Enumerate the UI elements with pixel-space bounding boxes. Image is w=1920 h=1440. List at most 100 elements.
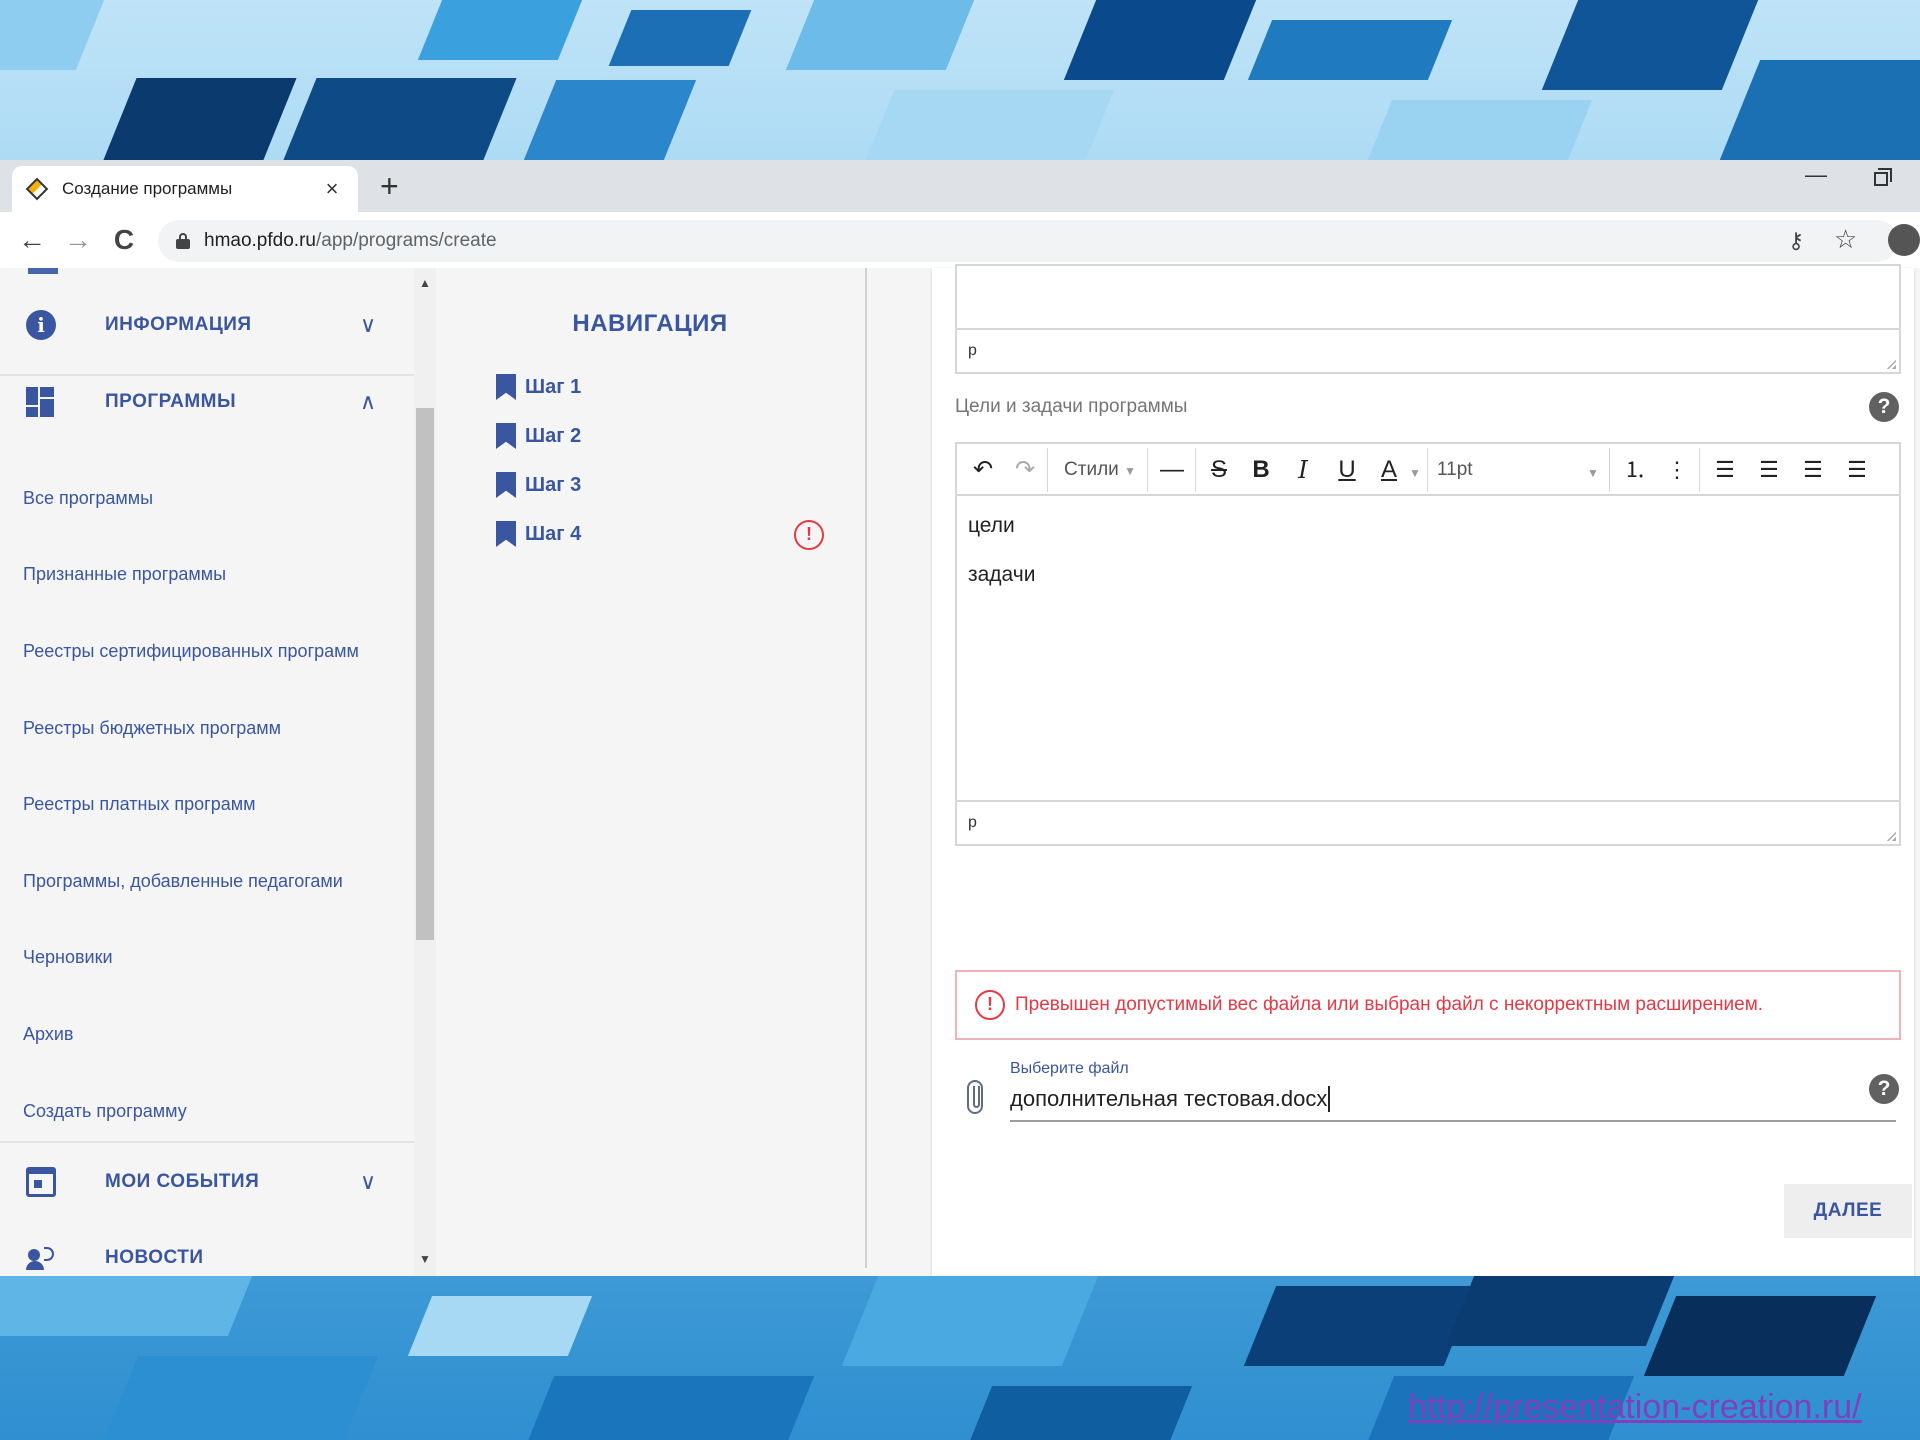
browser-tab[interactable]: Создание программы ×: [12, 166, 358, 212]
undo-icon[interactable]: ↶: [965, 444, 1001, 496]
dropdown-caret-icon: ▼: [1124, 464, 1136, 478]
sidebar: i ИНФОРМАЦИЯ ∨ ПРОГРАММЫ ∧ Все программы…: [0, 268, 414, 1276]
restore-window-button[interactable]: [1874, 168, 1892, 186]
goals-field-label: Цели и задачи программы: [955, 396, 1188, 417]
sidebar-item-certified-registries[interactable]: Реестры сертифицированных программ: [23, 641, 359, 662]
font-color-dropdown-caret-icon[interactable]: ▼: [1405, 444, 1425, 496]
styles-label: Стили: [1064, 459, 1119, 480]
redo-icon[interactable]: ↷: [1007, 444, 1043, 496]
editor-status-bar: p: [957, 800, 1899, 844]
sidebar-section-programs[interactable]: ПРОГРАММЫ ∧: [0, 363, 414, 441]
align-left-icon[interactable]: ☰: [1707, 444, 1743, 496]
scrollbar-thumb[interactable]: [416, 408, 434, 940]
italic-icon[interactable]: I: [1285, 444, 1321, 496]
font-size-value[interactable]: 11pt: [1437, 444, 1487, 496]
sidebar-item-create-program[interactable]: Создать программу: [23, 1101, 187, 1122]
bookmark-icon: [496, 472, 516, 498]
font-size-dropdown-caret-icon[interactable]: ▼: [1583, 444, 1603, 496]
forward-button[interactable]: →: [60, 222, 96, 258]
underline-icon[interactable]: U: [1329, 444, 1365, 496]
font-color-icon[interactable]: A: [1371, 444, 1407, 496]
sidebar-item-all-programs[interactable]: Все программы: [23, 488, 153, 509]
sidebar-item-budget-registries[interactable]: Реестры бюджетных программ: [23, 718, 281, 739]
bulleted-list-icon[interactable]: ⋮: [1659, 444, 1695, 496]
reload-button[interactable]: C: [106, 222, 142, 258]
tab-title: Создание программы: [62, 179, 233, 198]
bookmark-icon: [496, 374, 516, 400]
saved-password-key-icon[interactable]: ⚷: [1788, 228, 1804, 254]
address-bar[interactable]: hmao.pfdo.ru/app/programs/create: [158, 220, 1898, 262]
step-navigation: НАВИГАЦИЯ Шаг 1 Шаг 2 Шаг 3 Шаг 4 !: [440, 268, 866, 1268]
sidebar-top-indicator: [28, 268, 58, 274]
sidebar-section-label: НОВОСТИ: [105, 1247, 204, 1268]
editor-content[interactable]: цели задачи: [957, 496, 1899, 630]
editor-toolbar: ↶ ↷ Стили ▼ — S B I U A ▼ 11pt ▼ ⒈ ⋮ ☰ ☰…: [957, 444, 1899, 496]
resize-handle-icon[interactable]: [1886, 359, 1896, 369]
nav-step-3[interactable]: Шаг 3: [496, 470, 581, 500]
file-upload-field[interactable]: Выберите файл дополнительная тестовая.do…: [955, 1048, 1901, 1128]
paperclip-icon[interactable]: [967, 1080, 983, 1114]
editor-status-bar: p: [957, 328, 1899, 372]
element-path: p: [968, 342, 977, 359]
scroll-up-arrow-icon[interactable]: ▲: [419, 276, 431, 290]
goals-line: цели: [968, 514, 1015, 537]
minimize-window-button[interactable]: —: [1805, 162, 1827, 188]
scroll-down-arrow-icon[interactable]: ▼: [419, 1252, 431, 1266]
align-justify-icon[interactable]: ☰: [1839, 444, 1875, 496]
sidebar-scrollbar[interactable]: ▲ ▼: [414, 268, 436, 1276]
profile-avatar-icon[interactable]: [1888, 224, 1920, 256]
bold-icon[interactable]: B: [1243, 444, 1279, 496]
url-path: /app/programs/create: [315, 230, 497, 251]
sidebar-item-teacher-programs[interactable]: Программы, добавленные педагогами: [23, 871, 343, 892]
chevron-up-icon: ∧: [360, 389, 377, 414]
goals-rich-text-editor[interactable]: ↶ ↷ Стили ▼ — S B I U A ▼ 11pt ▼ ⒈ ⋮ ☰ ☰…: [955, 442, 1901, 846]
sidebar-section-information[interactable]: i ИНФОРМАЦИЯ ∨: [0, 286, 414, 364]
step-label: Шаг 3: [525, 473, 582, 496]
error-message: Превышен допустимый вес файла или выбран…: [1015, 994, 1764, 1015]
align-center-icon[interactable]: ☰: [1751, 444, 1787, 496]
bookmark-star-icon[interactable]: ☆: [1834, 224, 1857, 255]
sidebar-item-drafts[interactable]: Черновики: [23, 947, 113, 968]
sidebar-item-paid-registries[interactable]: Реестры платных программ: [23, 794, 256, 815]
nav-step-2[interactable]: Шаг 2: [496, 421, 581, 451]
sidebar-section-label: МОИ СОБЫТИЯ: [105, 1171, 260, 1192]
file-help-icon[interactable]: ?: [1869, 1074, 1899, 1104]
file-field-underline: [1010, 1120, 1896, 1122]
previous-rich-text-editor[interactable]: p: [955, 264, 1901, 374]
chevron-down-icon: ∨: [360, 312, 377, 337]
bookmark-icon: [496, 521, 516, 547]
sidebar-item-archive[interactable]: Архив: [23, 1024, 73, 1045]
info-icon: i: [26, 310, 56, 340]
align-right-icon[interactable]: ☰: [1795, 444, 1831, 496]
source-website-link[interactable]: http://presentation-creation.ru/: [1408, 1388, 1862, 1427]
bookmark-icon: [496, 423, 516, 449]
new-tab-button[interactable]: +: [380, 168, 399, 204]
file-error-alert: ! Превышен допустимый вес файла или выбр…: [955, 970, 1901, 1040]
calendar-icon: [26, 1167, 56, 1197]
file-field-label: Выберите файл: [1010, 1060, 1129, 1077]
step-label: Шаг 1: [525, 375, 582, 398]
strikethrough-icon[interactable]: S: [1201, 444, 1237, 496]
sidebar-section-label: ПРОГРАММЫ: [105, 391, 237, 412]
background-pattern-top: [0, 0, 1920, 160]
sidebar-section-my-events[interactable]: МОИ СОБЫТИЯ ∨: [0, 1143, 414, 1221]
resize-handle-icon[interactable]: [1886, 831, 1896, 841]
site-favicon-icon: [25, 177, 49, 201]
sidebar-section-news[interactable]: НОВОСТИ: [0, 1219, 414, 1276]
file-input-value[interactable]: дополнительная тестовая.docx: [1010, 1086, 1331, 1112]
column-divider: [865, 268, 867, 1268]
back-button[interactable]: ←: [14, 222, 50, 258]
goals-help-icon[interactable]: ?: [1869, 392, 1899, 422]
dashboard-icon: [26, 387, 56, 417]
close-tab-icon[interactable]: ×: [320, 176, 344, 202]
horizontal-line-icon[interactable]: —: [1153, 444, 1191, 496]
element-path: p: [968, 814, 977, 831]
nav-step-1[interactable]: Шаг 1: [496, 372, 581, 402]
sidebar-item-recognized-programs[interactable]: Признанные программы: [23, 564, 226, 585]
url-host: hmao.pfdo.ru: [204, 230, 316, 251]
numbered-list-icon[interactable]: ⒈: [1617, 444, 1653, 496]
next-button[interactable]: ДАЛЕЕ: [1784, 1184, 1912, 1238]
lock-icon[interactable]: [176, 233, 190, 249]
styles-dropdown[interactable]: Стили ▼: [1057, 444, 1143, 496]
nav-step-4[interactable]: Шаг 4: [496, 519, 581, 549]
